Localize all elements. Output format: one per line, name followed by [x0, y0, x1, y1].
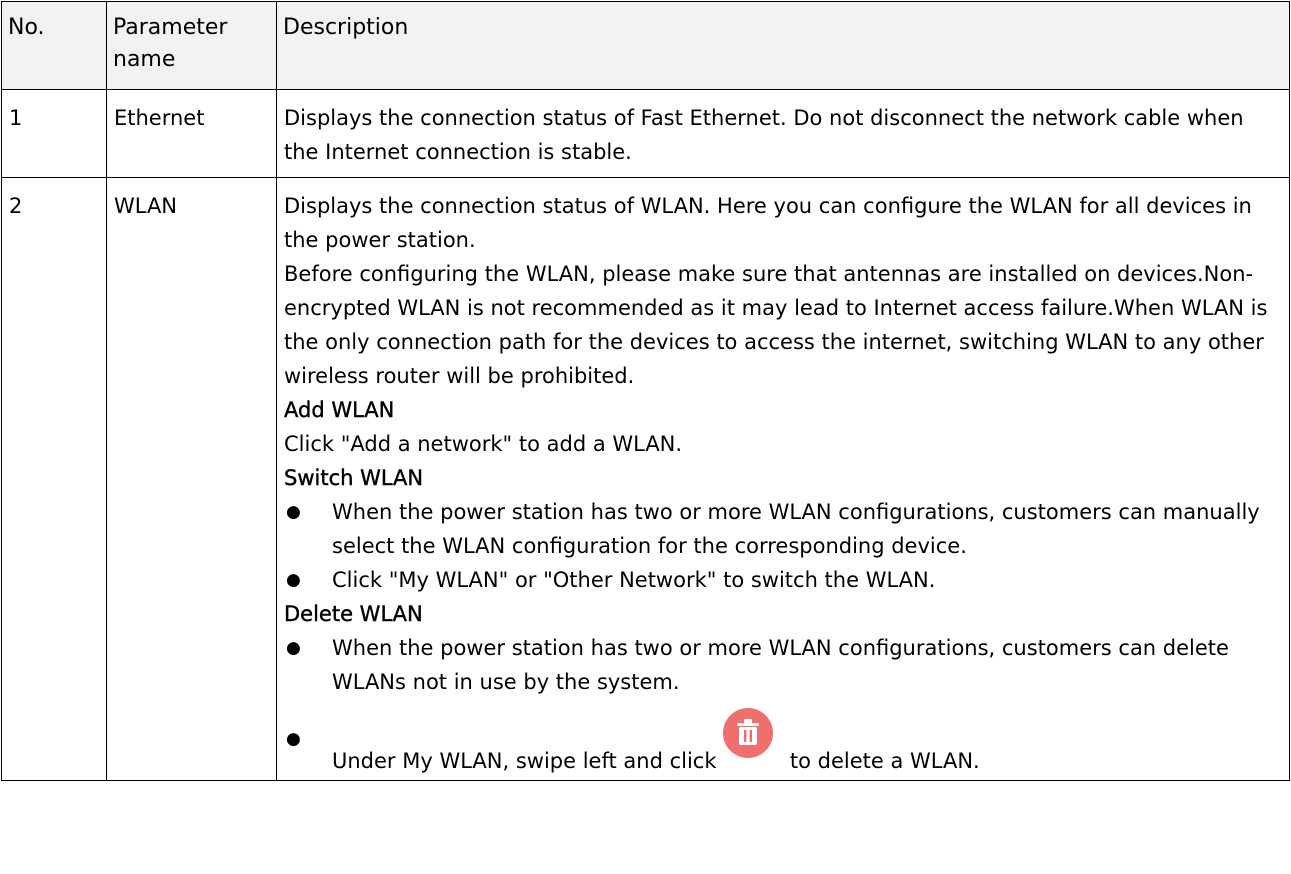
header-no: No.: [1, 1, 107, 90]
table-header-row: No. Parameter name Description: [1, 1, 1290, 90]
parameter-table: No. Parameter name Description 1 Etherne…: [1, 1, 1290, 781]
list-item-text-before-icon: Under My WLAN, swipe left and click: [332, 749, 717, 773]
cell-parameter-name: Ethernet: [106, 89, 277, 178]
list-item-text: When the power station has two or more W…: [332, 636, 1229, 694]
bullet-icon: ●: [286, 638, 301, 658]
header-description: Description: [276, 1, 1290, 90]
list-item-text-after-icon: to delete a WLAN.: [789, 749, 980, 773]
switch-wlan-heading: Switch WLAN: [284, 466, 424, 490]
table-row: 1 Ethernet Displays the connection statu…: [1, 89, 1290, 178]
cell-no: 2: [1, 177, 107, 781]
cell-description: Displays the connection status of Fast E…: [276, 89, 1290, 178]
list-item: ● Under My WLAN, swipe left and click to…: [284, 708, 1283, 778]
bullet-icon: ●: [286, 502, 301, 522]
list-item: ● Click "My WLAN" or "Other Network" to …: [284, 563, 1283, 597]
switch-wlan-list: ● When the power station has two or more…: [284, 495, 1283, 597]
cell-description: Displays the connection status of WLAN. …: [276, 177, 1290, 781]
delete-wlan-heading: Delete WLAN: [284, 602, 423, 626]
list-item-text: When the power station has two or more W…: [332, 500, 1260, 558]
bullet-icon: ●: [286, 729, 301, 749]
bullet-icon: ●: [286, 570, 301, 590]
add-wlan-heading: Add WLAN: [284, 398, 395, 422]
cell-parameter-name: WLAN: [106, 177, 277, 781]
header-parameter-name: Parameter name: [106, 1, 277, 90]
list-item-text: Click "My WLAN" or "Other Network" to sw…: [332, 568, 936, 592]
wlan-intro-text: Displays the connection status of WLAN. …: [284, 194, 1252, 252]
table-row: 2 WLAN Displays the connection status of…: [1, 177, 1290, 781]
delete-wlan-list: ● When the power station has two or more…: [284, 631, 1283, 778]
wlan-notice-text: Before configuring the WLAN, please make…: [284, 262, 1268, 388]
cell-no: 1: [1, 89, 107, 178]
list-item: ● When the power station has two or more…: [284, 495, 1283, 563]
add-wlan-text: Click "Add a network" to add a WLAN.: [284, 432, 683, 456]
list-item: ● When the power station has two or more…: [284, 631, 1283, 699]
trash-icon: [723, 708, 774, 758]
